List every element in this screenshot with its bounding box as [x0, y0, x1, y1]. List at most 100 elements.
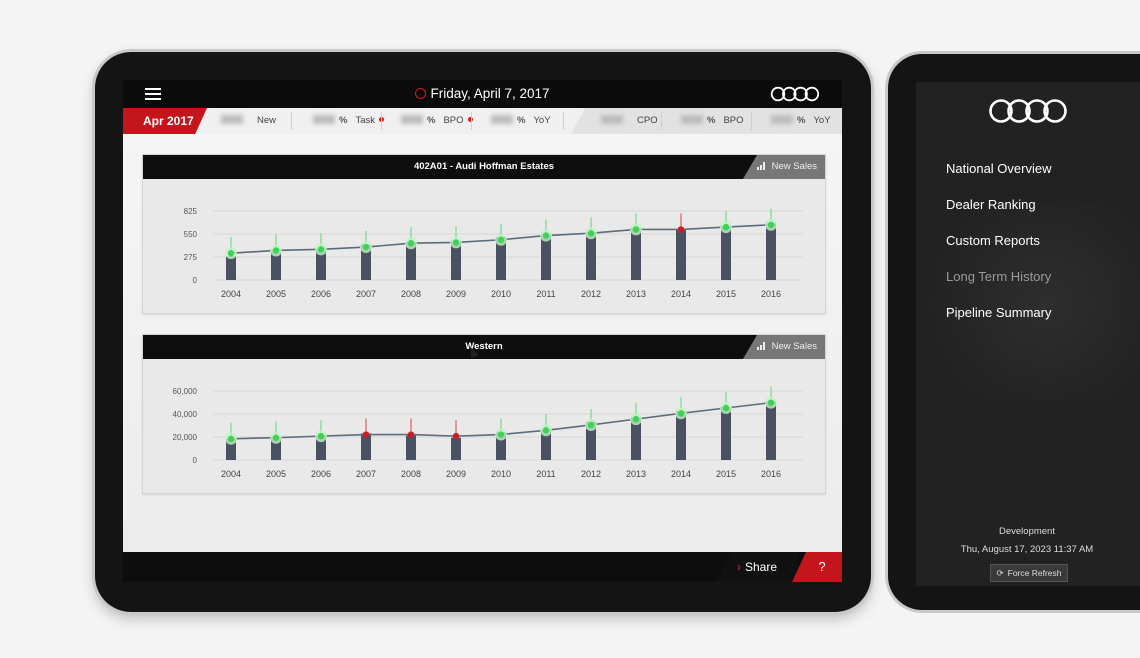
data-marker [767, 221, 775, 228]
data-marker [587, 421, 595, 429]
stat-label: New [257, 115, 277, 126]
data-marker [362, 431, 370, 438]
help-button[interactable]: ? [792, 552, 842, 582]
x-tick-label: 2016 [761, 469, 781, 479]
hidden-value [401, 115, 423, 124]
percent-sign: % [797, 115, 806, 126]
new-sales-tab[interactable]: New Sales [743, 155, 825, 179]
y-tick-label: 0 [193, 276, 198, 285]
x-tick-label: 2012 [581, 289, 601, 299]
menu-item-custom-reports[interactable]: Custom Reports [946, 230, 1052, 266]
y-tick-label: 825 [184, 207, 198, 216]
y-tick-label: 0 [193, 456, 198, 465]
stat-task[interactable]: % Task [313, 108, 384, 134]
bar [766, 401, 776, 460]
x-tick-label: 2014 [671, 289, 691, 299]
data-marker [317, 432, 325, 440]
x-tick-label: 2005 [266, 289, 286, 299]
percent-sign: % [707, 115, 716, 126]
x-tick-label: 2013 [626, 469, 646, 479]
bar [226, 256, 236, 280]
data-marker [227, 435, 235, 442]
x-tick-label: 2007 [356, 289, 376, 299]
x-tick-label: 2006 [311, 289, 331, 299]
divider [563, 112, 564, 130]
hidden-value [313, 115, 335, 124]
panel-title: Western [143, 335, 825, 359]
panel-title-text: 402A01 - Audi Hoffman Estates [413, 161, 555, 172]
tab-label: New Sales [771, 161, 817, 172]
menu-item-dealer-ranking[interactable]: Dealer Ranking [946, 194, 1052, 230]
y-tick-label: 40,000 [173, 410, 198, 419]
x-tick-label: 2011 [536, 469, 555, 479]
data-marker [542, 232, 550, 239]
y-tick-label: 550 [184, 230, 198, 239]
chevron-right-icon: › [736, 560, 741, 574]
x-tick-label: 2007 [356, 469, 376, 479]
divider [381, 112, 382, 130]
hidden-value [491, 115, 513, 124]
stats-bar: Apr 2017 New% Task% BPO% YoY CPO% BPO% YoY [123, 108, 842, 135]
bar [721, 406, 731, 460]
data-marker [317, 246, 325, 253]
data-marker [677, 410, 685, 417]
region-chart-panel: Western New Sales 0 20,000 40,000 60,000 200… [142, 334, 826, 494]
stat-label: BPO [723, 115, 744, 126]
data-marker [542, 427, 550, 434]
data-marker [407, 240, 415, 247]
data-marker [452, 239, 460, 246]
side-tablet: National Overview Dealer Ranking Custom Re… [888, 54, 1140, 610]
data-marker [632, 415, 640, 423]
bar [676, 229, 686, 280]
data-marker [587, 230, 595, 237]
divider [751, 112, 752, 130]
data-marker [722, 404, 730, 412]
stat-yoy[interactable]: % YoY [771, 108, 831, 134]
period-selector[interactable]: Apr 2017 [123, 108, 207, 134]
data-marker [362, 243, 370, 251]
percent-sign: % [427, 115, 436, 126]
menu-item-national-overview[interactable]: National Overview [946, 158, 1052, 194]
new-sales-tab[interactable]: New Sales [743, 335, 825, 359]
divider [661, 112, 662, 130]
data-marker [272, 247, 280, 254]
hidden-value [601, 115, 623, 124]
x-tick-label: 2012 [581, 469, 601, 479]
hidden-value [771, 115, 793, 124]
x-tick-label: 2010 [491, 289, 511, 299]
bar-chart-icon [756, 162, 766, 170]
menu-item-long-term-history[interactable]: Long Term History [946, 266, 1052, 302]
stat-cpo[interactable]: CPO [601, 108, 658, 134]
data-marker [677, 226, 685, 233]
y-tick-label: 60,000 [173, 387, 198, 396]
main-tablet: Friday, April 7, 2017 Apr 2017 New% Task%… [95, 52, 871, 612]
side-menu: National Overview Dealer Ranking Custom Re… [946, 158, 1052, 338]
stat-new[interactable]: New [221, 108, 276, 134]
menu-item-pipeline-summary[interactable]: Pipeline Summary [946, 302, 1052, 338]
stat-yoy[interactable]: % YoY [491, 108, 551, 134]
bar [766, 223, 776, 280]
stat-bpo[interactable]: % BPO [401, 108, 473, 134]
force-refresh-button[interactable]: ⟳ Force Refresh [990, 564, 1068, 582]
stat-bpo[interactable]: % BPO [681, 108, 744, 134]
data-marker [767, 399, 775, 406]
x-tick-label: 2010 [491, 469, 511, 479]
data-marker [722, 223, 730, 231]
x-tick-label: 2011 [536, 289, 555, 299]
x-tick-label: 2015 [716, 469, 736, 479]
tab-label: New Sales [771, 341, 817, 352]
x-tick-label: 2016 [761, 289, 781, 299]
bar-chart-icon [756, 342, 766, 350]
dashboard-content: 402A01 - Audi Hoffman Estates New Sales … [123, 134, 842, 552]
share-button[interactable]: › Share [717, 552, 797, 582]
x-tick-label: 2005 [266, 469, 286, 479]
x-tick-label: 2009 [446, 289, 466, 299]
data-marker [227, 249, 235, 257]
help-label: ? [818, 559, 826, 574]
y-tick-label: 20,000 [173, 433, 198, 442]
x-tick-label: 2004 [221, 469, 241, 479]
dealer-chart-panel: 402A01 - Audi Hoffman Estates New Sales … [142, 154, 826, 314]
x-tick-label: 2004 [221, 289, 241, 299]
stat-label: YoY [813, 115, 831, 126]
x-tick-label: 2006 [311, 469, 331, 479]
